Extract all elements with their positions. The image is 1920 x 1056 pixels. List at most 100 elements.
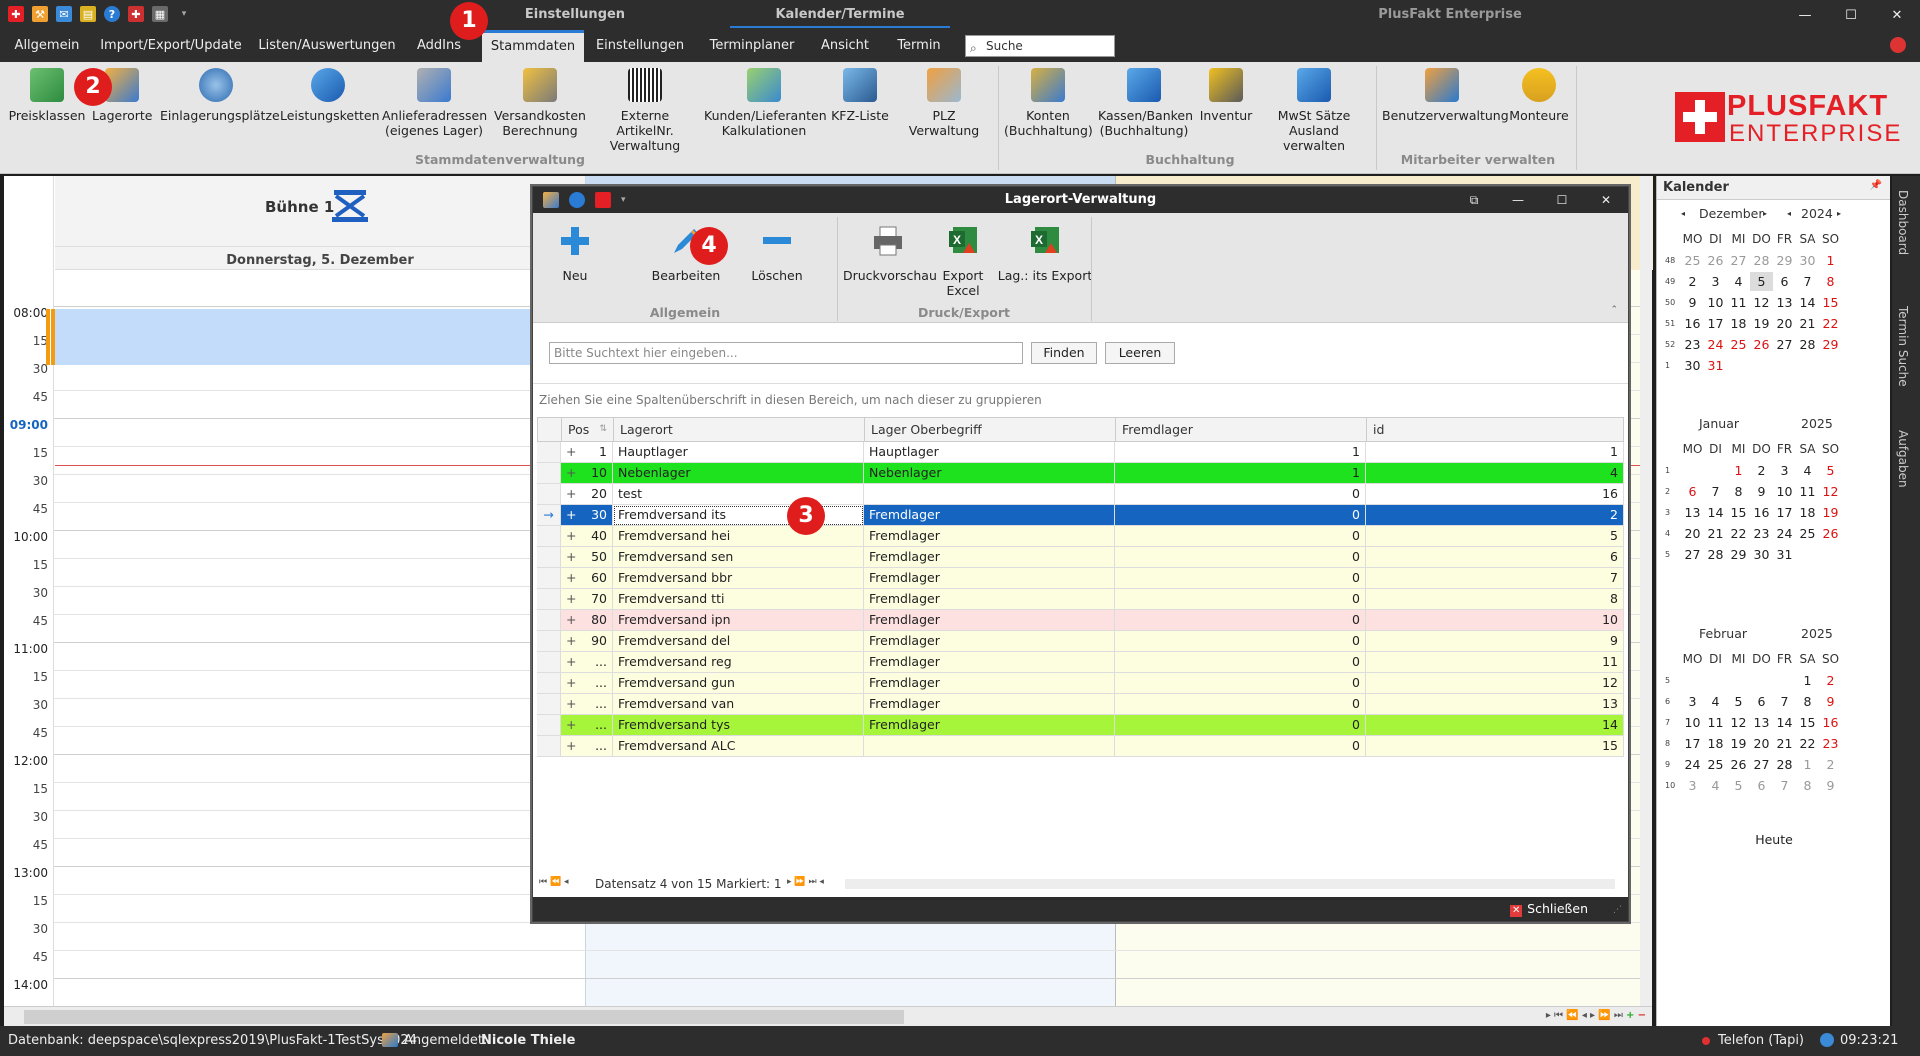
row-indicator[interactable] <box>537 652 561 673</box>
cell-id[interactable]: 16 <box>1366 484 1624 505</box>
cell-id[interactable]: 8 <box>1366 589 1624 610</box>
cell-lagerort[interactable]: Nebenlager <box>613 463 864 484</box>
cell-fremd[interactable]: 1 <box>1115 463 1366 484</box>
collapse-ribbon-icon[interactable]: ⌃ <box>1610 305 1618 315</box>
calendar-day[interactable]: 27 <box>1750 755 1773 774</box>
next-month-icon[interactable]: ▸ <box>1763 209 1767 218</box>
kfz-liste-button[interactable]: KFZ-Liste <box>830 68 890 123</box>
calendar-day[interactable]: 25 <box>1796 524 1819 543</box>
monteure-button[interactable]: Monteure <box>1506 68 1572 123</box>
calendar-day[interactable]: 21 <box>1704 524 1727 543</box>
row-indicator[interactable] <box>537 442 561 463</box>
cell-fremd[interactable]: 0 <box>1115 631 1366 652</box>
calendar-day[interactable]: 18 <box>1704 734 1727 753</box>
expand-row-icon[interactable]: + <box>566 610 576 630</box>
column-header-fremdlager[interactable]: Fremdlager <box>1116 418 1367 441</box>
column-header-id[interactable]: id <box>1367 418 1623 441</box>
tab-termin-suche[interactable]: Termin Suche <box>1896 306 1910 387</box>
cell-id[interactable]: 14 <box>1366 715 1624 736</box>
prev-month-icon[interactable]: ◂ <box>1681 209 1685 218</box>
row-indicator[interactable] <box>537 694 561 715</box>
calendar-day[interactable]: 13 <box>1750 713 1773 732</box>
cell-pos-wrap[interactable]: +20 <box>561 484 613 505</box>
plusfakt-icon[interactable]: ✚ <box>128 6 144 22</box>
table-row[interactable]: +40 Fremdversand hei Fremdlager 0 5 <box>537 526 1624 547</box>
table-row[interactable]: +... Fremdversand reg Fremdlager 0 11 <box>537 652 1624 673</box>
loeschen-button[interactable]: Löschen <box>747 223 807 283</box>
calendar-day[interactable]: 9 <box>1819 776 1842 795</box>
close-icon[interactable]: ✕ <box>1874 0 1920 30</box>
cell-lagerort[interactable]: Fremdversand tti <box>613 589 864 610</box>
calendar-day[interactable]: 10 <box>1704 293 1727 312</box>
table-row[interactable]: +80 Fremdversand ipn Fremdlager 0 10 <box>537 610 1624 631</box>
inventur-button[interactable]: Inventur <box>1196 68 1256 123</box>
row-indicator[interactable] <box>537 547 561 568</box>
anlieferadressen-button[interactable]: Anlieferadressen (eigenes Lager) <box>382 68 487 138</box>
expand-row-icon[interactable]: + <box>566 484 576 504</box>
cell-lagerort[interactable]: Fremdversand del <box>613 631 864 652</box>
cell-fremd[interactable]: 0 <box>1115 526 1366 547</box>
search-input[interactable]: ⌕ Suche <box>965 35 1115 57</box>
calendar-day[interactable]: 16 <box>1819 713 1842 732</box>
cell-pos-wrap[interactable]: +80 <box>561 610 613 631</box>
calendar-day[interactable]: 26 <box>1727 755 1750 774</box>
cell-pos-wrap[interactable]: +10 <box>561 463 613 484</box>
message-icon[interactable]: ✉ <box>56 6 72 22</box>
leeren-button[interactable]: Leeren <box>1105 342 1175 364</box>
cell-ober[interactable]: Fremdlager <box>864 505 1115 526</box>
cell-lagerort[interactable]: Hauptlager <box>613 442 864 463</box>
cell-pos-wrap[interactable]: +70 <box>561 589 613 610</box>
cell-ober[interactable]: Fremdlager <box>864 631 1115 652</box>
einlagerungsplaetze-button[interactable]: Einlagerungsplätze <box>160 68 280 123</box>
resource-navigator[interactable]: ▸ ⏮ ⏪ ◂ ▸ ⏩ ⏭ + − <box>1546 1010 1646 1021</box>
calendar-day[interactable]: 31 <box>1773 545 1796 564</box>
expand-row-icon[interactable]: + <box>566 526 576 546</box>
calendar-day[interactable]: 4 <box>1727 272 1750 291</box>
calendar-day[interactable]: 29 <box>1819 335 1842 354</box>
cell-pos-wrap[interactable]: +60 <box>561 568 613 589</box>
cell-id[interactable]: 11 <box>1366 652 1624 673</box>
row-indicator[interactable] <box>537 610 561 631</box>
calendar-day[interactable]: 7 <box>1773 692 1796 711</box>
calendar-day[interactable]: 27 <box>1773 335 1796 354</box>
close-icon[interactable]: ✕ <box>1584 187 1628 213</box>
cell-ober[interactable]: Nebenlager <box>864 463 1115 484</box>
cell-ober[interactable]: Fremdlager <box>864 610 1115 631</box>
calendar-day[interactable]: 14 <box>1796 293 1819 312</box>
expand-row-icon[interactable]: + <box>566 589 576 609</box>
table-row[interactable]: +... Fremdversand ALC 0 15 <box>537 736 1624 757</box>
calendar-day[interactable]: 1 <box>1819 251 1842 270</box>
calendar-day[interactable]: 1 <box>1727 461 1750 480</box>
calendar-day[interactable]: 2 <box>1750 461 1773 480</box>
tab-dashboard[interactable]: Dashboard <box>1896 190 1910 255</box>
benutzerverwaltung-button[interactable]: Benutzerverwaltung <box>1382 68 1509 123</box>
calendar-day[interactable]: 3 <box>1681 692 1704 711</box>
preisklassen-button[interactable]: Preisklassen <box>8 68 86 123</box>
calendar-day[interactable]: 10 <box>1681 713 1704 732</box>
calendar-day[interactable]: 3 <box>1773 461 1796 480</box>
cell-fremd[interactable]: 0 <box>1115 736 1366 757</box>
calendar-day[interactable]: 4 <box>1796 461 1819 480</box>
cell-id[interactable]: 13 <box>1366 694 1624 715</box>
cell-pos-wrap[interactable]: +... <box>561 694 613 715</box>
cell-ober[interactable]: Hauptlager <box>864 442 1115 463</box>
calendar-day[interactable]: 30 <box>1796 251 1819 270</box>
cell-lagerort[interactable]: Fremdversand its <box>613 505 864 526</box>
calendar-day[interactable]: 20 <box>1681 524 1704 543</box>
neu-button[interactable]: Neu <box>545 223 605 283</box>
help-icon[interactable]: ? <box>104 6 120 22</box>
row-indicator[interactable] <box>537 526 561 547</box>
next-year-icon[interactable]: ▸ <box>1837 209 1841 218</box>
horizontal-scrollbar[interactable]: ▸ ⏮ ⏪ ◂ ▸ ⏩ ⏭ + − <box>4 1006 1652 1026</box>
calendar-day[interactable]: 29 <box>1727 545 1750 564</box>
calendar-day[interactable]: 23 <box>1750 524 1773 543</box>
cell-fremd[interactable]: 0 <box>1115 484 1366 505</box>
cell-lagerort[interactable]: Fremdversand gun <box>613 673 864 694</box>
calendar-day[interactable]: 21 <box>1796 314 1819 333</box>
finden-button[interactable]: Finden <box>1031 342 1097 364</box>
druckvorschau-button[interactable]: Druckvorschau <box>843 223 937 283</box>
cell-fremd[interactable]: 1 <box>1115 442 1366 463</box>
restore-layout-icon[interactable]: ⧉ <box>1452 187 1496 213</box>
row-indicator[interactable] <box>537 589 561 610</box>
cell-fremd[interactable]: 0 <box>1115 568 1366 589</box>
